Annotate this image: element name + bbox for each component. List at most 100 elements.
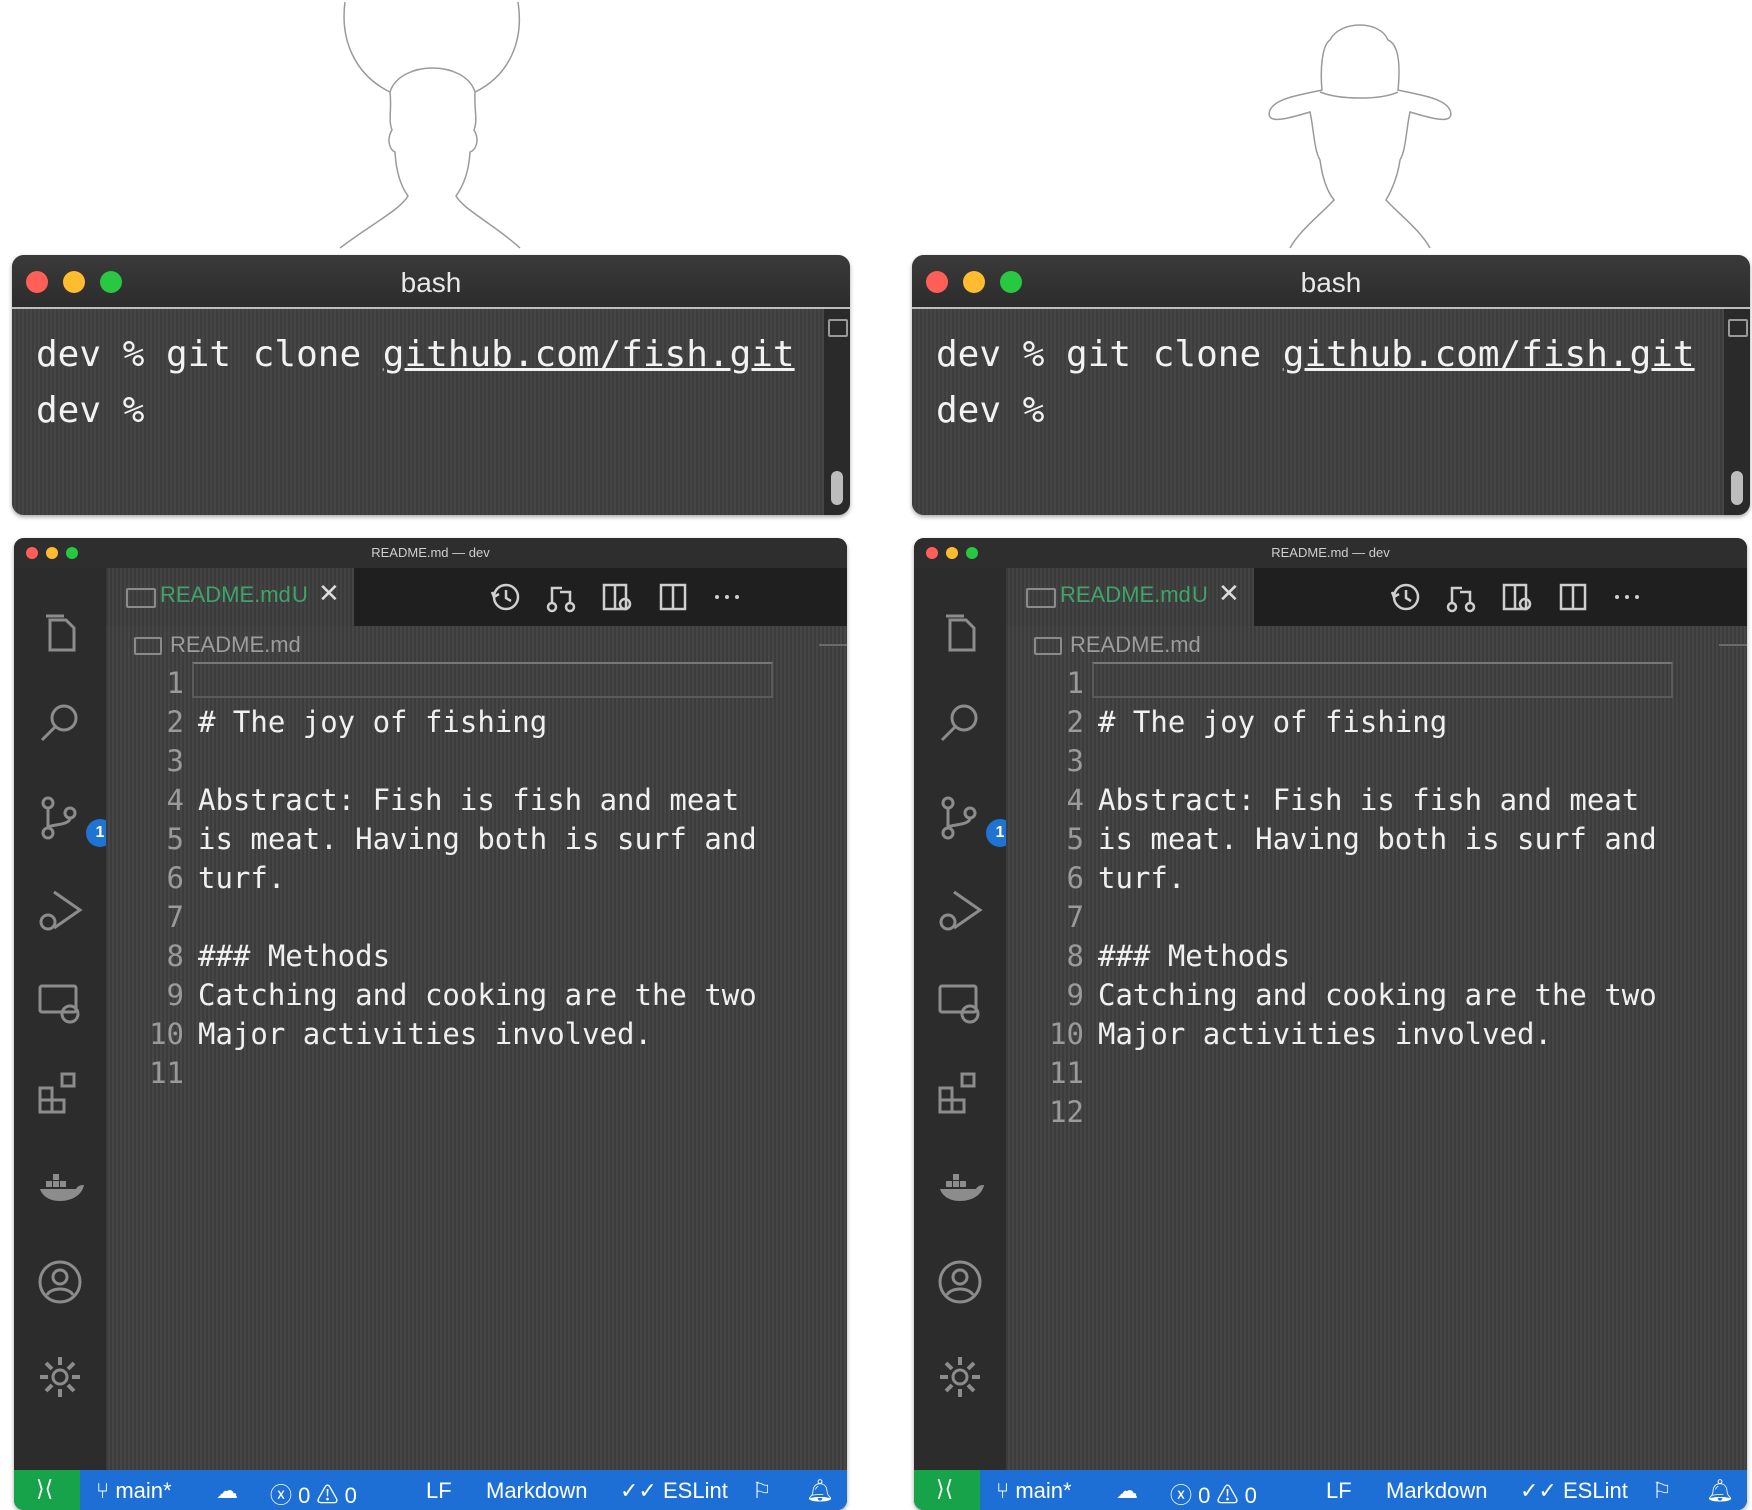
line-text[interactable]: Major activities involved. — [1098, 1017, 1552, 1051]
code-line[interactable]: 11 — [106, 1056, 847, 1092]
split-editor-icon[interactable] — [656, 580, 690, 614]
tab-readme[interactable]: README.md U ✕ — [1006, 568, 1254, 626]
line-text[interactable]: is meat. Having both is surf and — [1098, 822, 1657, 856]
more-actions-icon[interactable] — [1610, 580, 1644, 614]
terminal-window[interactable]: bash dev % git clone github.com/fish.git… — [12, 255, 850, 515]
run-debug-icon[interactable] — [936, 886, 984, 934]
scrollbar-thumb[interactable] — [831, 471, 843, 505]
notifications-bell-icon[interactable]: 🔔︎ — [806, 1478, 834, 1504]
eslint-status[interactable]: ✓✓ ESLint — [620, 1478, 728, 1504]
breadcrumb-file[interactable]: README.md — [170, 632, 301, 657]
line-text[interactable]: is meat. Having both is surf and — [198, 822, 757, 856]
code-line[interactable]: 1 — [1006, 666, 1747, 702]
code-line[interactable]: 7 — [1006, 900, 1747, 936]
code-line[interactable]: 5 is meat. Having both is surf and — [1006, 822, 1747, 858]
explorer-icon[interactable] — [936, 608, 984, 656]
scrollbar-thumb[interactable] — [1731, 471, 1743, 505]
eslint-status[interactable]: ✓✓ ESLint — [1520, 1478, 1628, 1504]
editor-area[interactable]: README.md 1 2 # The joy of fishing 3 4 Abstra… — [1006, 626, 1747, 1470]
extensions-icon[interactable] — [36, 1068, 84, 1116]
terminal-window[interactable]: bash dev % git clone github.com/fish.git… — [912, 255, 1750, 515]
code-line[interactable]: 6 turf. — [1006, 861, 1747, 897]
vscode-window[interactable]: README.md — dev 1 README.md U ✕ README.m… — [914, 538, 1747, 1510]
code-line[interactable]: 10 Major activities involved. — [1006, 1017, 1747, 1053]
branch-status[interactable]: ⑂ main* — [96, 1478, 172, 1504]
accounts-icon[interactable] — [36, 1258, 84, 1306]
terminal-output[interactable]: dev % git clone github.com/fish.git dev … — [12, 309, 824, 515]
code-line[interactable]: 4 Abstract: Fish is fish and meat — [106, 783, 847, 819]
branch-status[interactable]: ⑂ main* — [996, 1478, 1072, 1504]
extensions-icon[interactable] — [936, 1068, 984, 1116]
language-mode[interactable]: Markdown — [486, 1478, 587, 1504]
editor-area[interactable]: README.md 1 2 # The joy of fishing 3 4 Abstra… — [106, 626, 847, 1470]
terminal-scrollbar[interactable] — [1724, 309, 1750, 515]
remote-explorer-icon[interactable] — [36, 978, 84, 1026]
explorer-icon[interactable] — [36, 608, 84, 656]
code-line[interactable]: 3 — [1006, 744, 1747, 780]
eol-status[interactable]: LF — [426, 1478, 452, 1504]
code-line[interactable]: 2 # The joy of fishing — [1006, 705, 1747, 741]
code-line[interactable]: 9 Catching and cooking are the two — [1006, 978, 1747, 1014]
line-text[interactable]: Catching and cooking are the two — [1098, 978, 1657, 1012]
open-preview-icon[interactable] — [600, 580, 634, 614]
timeline-history-icon[interactable] — [1388, 580, 1422, 614]
run-debug-icon[interactable] — [36, 886, 84, 934]
settings-gear-icon[interactable] — [936, 1353, 984, 1401]
code-line[interactable]: 12 — [1006, 1095, 1747, 1131]
split-editor-icon[interactable] — [1556, 580, 1590, 614]
remote-indicator[interactable]: ⟩⟨ — [14, 1470, 80, 1510]
language-mode[interactable]: Markdown — [1386, 1478, 1487, 1504]
line-text[interactable]: # The joy of fishing — [198, 705, 547, 739]
code-line[interactable]: 3 — [106, 744, 847, 780]
feedback-icon[interactable]: ⚐ — [1652, 1478, 1672, 1504]
line-text[interactable]: # The joy of fishing — [1098, 705, 1447, 739]
code-line[interactable]: 6 turf. — [106, 861, 847, 897]
accounts-icon[interactable] — [936, 1258, 984, 1306]
line-text[interactable]: Abstract: Fish is fish and meat — [1098, 783, 1639, 817]
compare-changes-icon[interactable] — [544, 580, 578, 614]
line-text[interactable]: ### Methods — [198, 939, 390, 973]
sync-icon[interactable]: ☁ — [1116, 1478, 1138, 1504]
vscode-window[interactable]: README.md — dev 1 README.md U ✕ README.m… — [14, 538, 847, 1510]
sync-icon[interactable]: ☁ — [216, 1478, 238, 1504]
code-line[interactable]: 8 ### Methods — [106, 939, 847, 975]
source-control-icon[interactable]: 1 — [936, 793, 1014, 847]
eol-status[interactable]: LF — [1326, 1478, 1352, 1504]
open-preview-icon[interactable] — [1500, 580, 1534, 614]
compare-changes-icon[interactable] — [1444, 580, 1478, 614]
search-icon[interactable] — [936, 698, 984, 746]
notifications-bell-icon[interactable]: 🔔︎ — [1706, 1478, 1734, 1504]
feedback-icon[interactable]: ⚐ — [752, 1478, 772, 1504]
remote-indicator[interactable]: ⟩⟨ — [914, 1470, 980, 1510]
line-text[interactable]: turf. — [1098, 861, 1185, 895]
repo-url[interactable]: github.com/fish.git — [1283, 334, 1695, 375]
problems-status[interactable]: ⓧ 0 ⚠ 0 — [270, 1478, 357, 1510]
docker-icon[interactable] — [36, 1163, 84, 1211]
terminal-output[interactable]: dev % git clone github.com/fish.git dev … — [912, 309, 1724, 515]
tab-readme[interactable]: README.md U ✕ — [106, 568, 354, 626]
code-line[interactable]: 9 Catching and cooking are the two — [106, 978, 847, 1014]
scrollbar-menu-icon[interactable] — [1728, 319, 1748, 337]
search-icon[interactable] — [36, 698, 84, 746]
line-text[interactable]: Abstract: Fish is fish and meat — [198, 783, 739, 817]
source-control-icon[interactable]: 1 — [36, 793, 114, 847]
remote-explorer-icon[interactable] — [936, 978, 984, 1026]
close-tab-icon[interactable]: ✕ — [318, 578, 340, 609]
breadcrumb[interactable]: README.md — [134, 632, 301, 658]
problems-status[interactable]: ⓧ 0 ⚠ 0 — [1170, 1478, 1257, 1510]
docker-icon[interactable] — [936, 1163, 984, 1211]
code-line[interactable]: 1 — [106, 666, 847, 702]
line-text[interactable]: turf. — [198, 861, 285, 895]
code-line[interactable]: 8 ### Methods — [1006, 939, 1747, 975]
more-actions-icon[interactable] — [710, 580, 744, 614]
breadcrumb-file[interactable]: README.md — [1070, 632, 1201, 657]
line-text[interactable]: Catching and cooking are the two — [198, 978, 757, 1012]
line-text[interactable]: ### Methods — [1098, 939, 1290, 973]
settings-gear-icon[interactable] — [36, 1353, 84, 1401]
code-line[interactable]: 5 is meat. Having both is surf and — [106, 822, 847, 858]
scrollbar-menu-icon[interactable] — [828, 319, 848, 337]
repo-url[interactable]: github.com/fish.git — [383, 334, 795, 375]
breadcrumb[interactable]: README.md — [1034, 632, 1201, 658]
line-text[interactable]: Major activities involved. — [198, 1017, 652, 1051]
code-line[interactable]: 2 # The joy of fishing — [106, 705, 847, 741]
